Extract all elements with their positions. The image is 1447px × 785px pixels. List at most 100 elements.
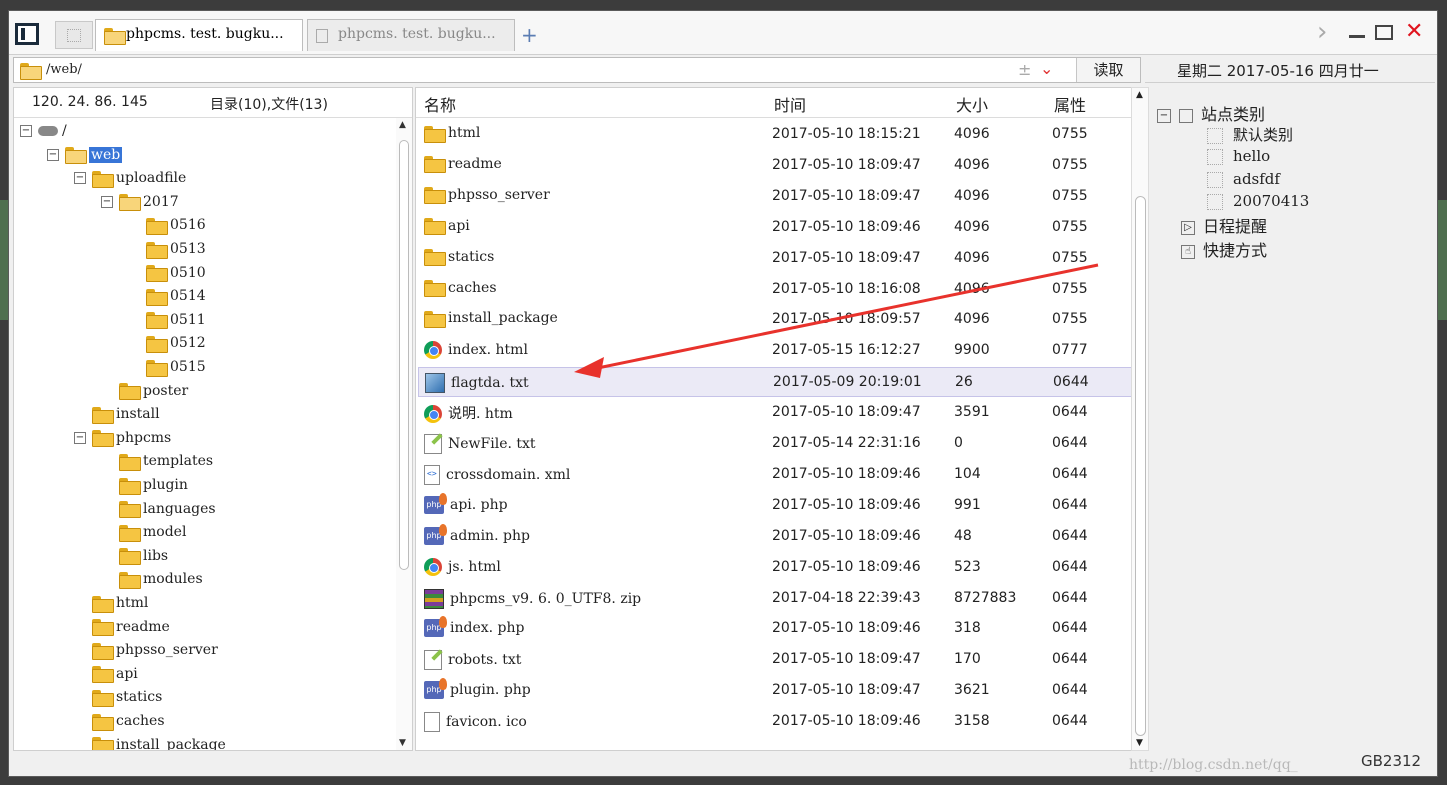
tree-node[interactable]: api	[92, 663, 138, 685]
file-row[interactable]: html 2017-05-10 18:15:21 4096 0755	[418, 120, 1132, 150]
address-bar[interactable]: /web/ ± ⌄ 读取	[13, 57, 1141, 83]
file-row[interactable]: js. html 2017-05-10 18:09:46 523 0644	[418, 553, 1132, 583]
chevron-down-icon[interactable]: ⌄	[1040, 59, 1053, 78]
tree-node[interactable]: − /	[20, 120, 67, 142]
tab-active[interactable]: phpcms. test. bugku...	[95, 19, 303, 51]
tree-scrollbar[interactable]: ▲ ▼	[396, 118, 412, 750]
encoding-indicator[interactable]: GB2312	[1361, 752, 1421, 770]
schedule-item[interactable]: ▷ 日程提醒	[1181, 213, 1267, 237]
folder-icon	[119, 194, 141, 212]
file-row[interactable]: readme 2017-05-10 18:09:47 4096 0755	[418, 151, 1132, 181]
column-size[interactable]: 大小	[956, 92, 988, 116]
category-item[interactable]: 20070413	[1207, 192, 1309, 210]
tree-node[interactable]: model	[119, 521, 186, 543]
minimize-button[interactable]	[1349, 35, 1365, 38]
tree-node[interactable]: 0515	[146, 356, 206, 378]
tree-node[interactable]: install	[92, 403, 160, 425]
tree-node[interactable]: modules	[119, 568, 203, 590]
new-tab-button[interactable]: +	[521, 23, 538, 47]
scroll-thumb[interactable]	[399, 140, 409, 570]
plus-minus-icon[interactable]: ±	[1018, 60, 1031, 79]
collapse-icon[interactable]: −	[74, 172, 86, 185]
shortcut-item[interactable]: ☝ 快捷方式	[1181, 237, 1267, 261]
collapse-icon[interactable]: −	[47, 148, 59, 161]
tree-node[interactable]: install_package	[92, 734, 226, 750]
scroll-down-icon[interactable]: ▼	[399, 738, 406, 748]
file-row[interactable]: phpsso_server 2017-05-10 18:09:47 4096 0755	[418, 182, 1132, 212]
file-row[interactable]: php api. php 2017-05-10 18:09:46 991 0644	[418, 491, 1132, 521]
close-button[interactable]: ✕	[1405, 19, 1423, 44]
tree-node[interactable]: caches	[92, 710, 165, 732]
php-file-icon: php	[424, 616, 447, 638]
file-row[interactable]: php plugin. php 2017-05-10 18:09:47 3621 064…	[418, 676, 1132, 706]
file-row[interactable]: flagtda. txt 2017-05-09 20:19:01 26 0644	[418, 367, 1132, 398]
file-row[interactable]: robots. txt 2017-05-10 18:09:47 170 0644	[418, 645, 1132, 675]
file-row[interactable]: 说明. htm 2017-05-10 18:09:47 3591 0644	[418, 398, 1132, 428]
tree-node[interactable]: 0514	[146, 285, 206, 307]
file-list-scrollbar[interactable]: ▲ ▼	[1131, 87, 1149, 751]
collapse-icon[interactable]: −	[1157, 108, 1171, 123]
category-item[interactable]: hello	[1207, 147, 1270, 165]
category-item[interactable]: adsfdf	[1207, 170, 1280, 188]
read-button[interactable]: 读取	[1076, 58, 1140, 82]
column-name[interactable]: 名称	[424, 92, 456, 116]
file-row[interactable]: phpcms_v9. 6. 0_UTF8. zip 2017-04-18 22:3…	[418, 584, 1132, 614]
file-row[interactable]: caches 2017-05-10 18:16:08 4096 0755	[418, 275, 1132, 305]
file-row[interactable]: php index. php 2017-05-10 18:09:46 318 0644	[418, 614, 1132, 644]
scroll-up-icon[interactable]: ▲	[399, 120, 406, 130]
file-row[interactable]: statics 2017-05-10 18:09:47 4096 0755	[418, 244, 1132, 274]
category-root[interactable]: − 站点类别	[1157, 101, 1265, 125]
tree-node[interactable]: plugin	[119, 474, 188, 496]
file-attr: 0755	[1052, 218, 1088, 235]
tree-node[interactable]: − uploadfile	[74, 167, 186, 189]
column-attr[interactable]: 属性	[1054, 92, 1086, 116]
folder-icon	[92, 406, 114, 424]
tree-node[interactable]: 0510	[146, 262, 206, 284]
sidebar-toggle-button[interactable]	[15, 23, 39, 45]
collapse-icon[interactable]: −	[74, 431, 86, 444]
collapse-icon[interactable]: −	[20, 125, 32, 137]
scroll-down-icon[interactable]: ▼	[1136, 738, 1143, 748]
tree-node[interactable]: libs	[119, 545, 168, 567]
file-attr: 0644	[1052, 404, 1088, 421]
collapse-icon[interactable]: −	[101, 195, 113, 208]
tree-node[interactable]: poster	[119, 380, 188, 402]
tree-node[interactable]: 0511	[146, 309, 206, 331]
file-name-cell: php admin. php	[424, 523, 530, 545]
tree-node[interactable]: statics	[92, 686, 162, 708]
file-row[interactable]: php admin. php 2017-05-10 18:09:46 48 0644	[418, 522, 1132, 552]
scroll-up-icon[interactable]: ▲	[1136, 90, 1143, 100]
file-row[interactable]: api 2017-05-10 18:09:46 4096 0755	[418, 213, 1132, 243]
file-name-cell: caches	[424, 280, 497, 297]
file-row[interactable]: index. html 2017-05-15 16:12:27 9900 0777	[418, 336, 1132, 366]
column-time[interactable]: 时间	[774, 92, 806, 116]
scroll-thumb[interactable]	[1135, 196, 1146, 736]
tab-inactive[interactable]: phpcms. test. bugku...	[307, 19, 515, 51]
address-input[interactable]: /web/	[46, 62, 82, 77]
tree-node[interactable]: 0512	[146, 332, 206, 354]
maximize-button[interactable]	[1375, 25, 1393, 40]
tree-node-label: 0514	[170, 288, 206, 305]
tree-node[interactable]: 0516	[146, 214, 206, 236]
tree-node[interactable]: 0513	[146, 238, 206, 260]
file-row[interactable]: install_package 2017-05-10 18:09:57 4096 07…	[418, 305, 1132, 335]
category-item[interactable]: 默认类别	[1207, 124, 1293, 145]
file-name: admin. php	[450, 527, 530, 544]
blank-tab[interactable]	[55, 21, 93, 49]
tree-node[interactable]: templates	[119, 450, 213, 472]
chevron-right-icon[interactable]: ›	[1317, 17, 1327, 47]
tree-node-label: caches	[116, 713, 165, 729]
tree-node[interactable]: − web	[47, 144, 123, 166]
tree-node[interactable]: − 2017	[101, 191, 179, 213]
tree-node[interactable]: html	[92, 592, 148, 614]
tree-node[interactable]: languages	[119, 498, 216, 520]
file-row[interactable]: crossdomain. xml 2017-05-10 18:09:46 104 06…	[418, 460, 1132, 490]
file-size: 523	[954, 558, 981, 575]
ftp-client-window: phpcms. test. bugku... phpcms. test. bug…	[8, 10, 1438, 777]
file-row[interactable]: favicon. ico 2017-05-10 18:09:46 3158 0644	[418, 707, 1132, 737]
file-row[interactable]: NewFile. txt 2017-05-14 22:31:16 0 0644	[418, 429, 1132, 459]
tree-node[interactable]: phpsso_server	[92, 639, 218, 661]
tree-node[interactable]: readme	[92, 616, 170, 638]
tree-node-label: 0511	[170, 311, 206, 328]
tree-node[interactable]: − phpcms	[74, 427, 171, 449]
